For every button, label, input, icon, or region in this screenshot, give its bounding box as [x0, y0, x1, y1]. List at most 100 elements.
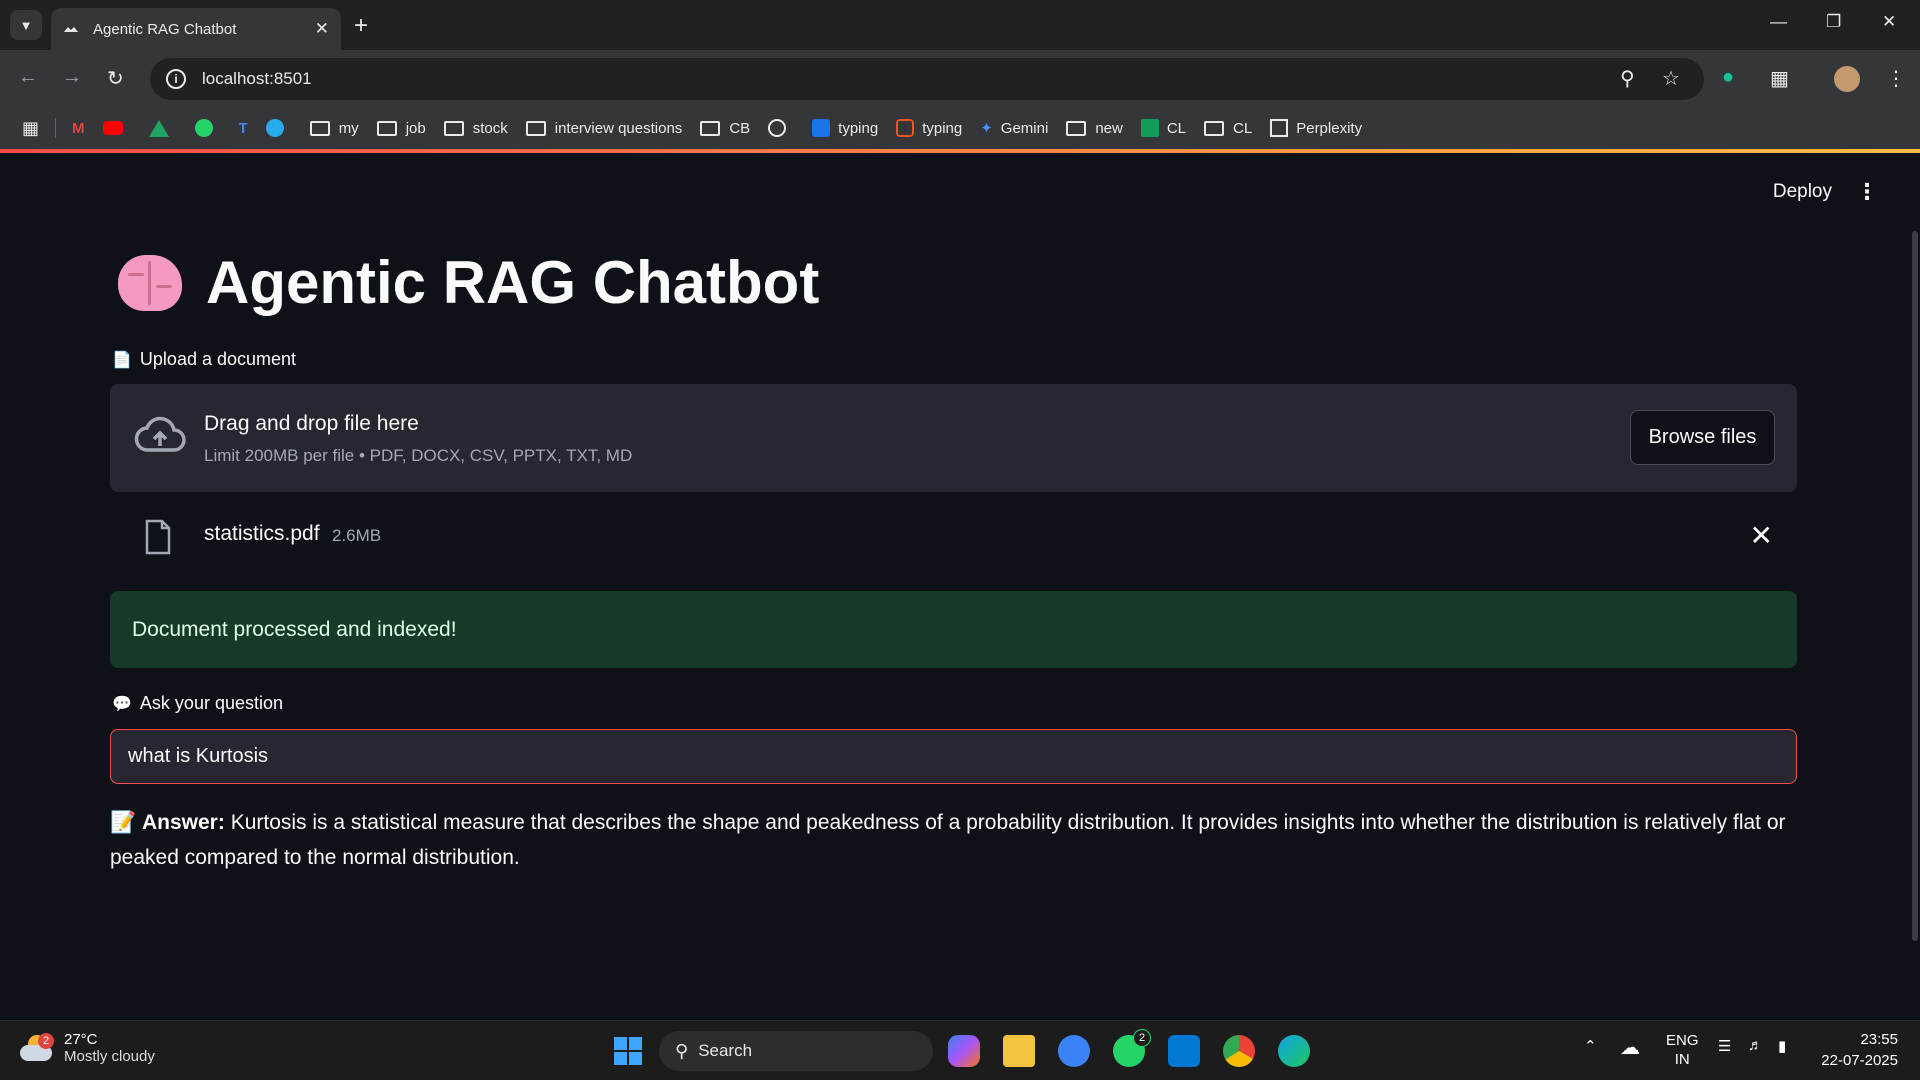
weather-badge: 2: [38, 1033, 54, 1049]
upload-label: 📄 Upload a document: [112, 349, 297, 369]
window-close-icon[interactable]: ✕: [1882, 12, 1896, 32]
address-toolbar: ← → ↻ i localhost:8501 ⚲ ☆ ● ▦ ⋮: [0, 50, 1920, 107]
drive-icon[interactable]: [148, 119, 177, 137]
bookmark-gemini[interactable]: ✦ Gemini: [980, 119, 1048, 138]
reload-icon[interactable]: ↻: [107, 66, 124, 91]
bookmark-folder-interview[interactable]: interview questions: [525, 120, 682, 137]
deploy-button[interactable]: Deploy: [1773, 181, 1832, 203]
url-text: localhost:8501: [202, 69, 312, 88]
whatsapp-taskbar-icon[interactable]: 2: [1113, 1029, 1151, 1067]
question-input[interactable]: what is Kurtosis: [110, 729, 1797, 784]
file-explorer-icon[interactable]: [1003, 1035, 1035, 1067]
success-alert: Document processed and indexed!: [110, 591, 1797, 668]
language-indicator[interactable]: ENG IN: [1666, 1031, 1699, 1069]
file-name: statistics.pdf: [204, 522, 320, 545]
youtube-icon[interactable]: [102, 121, 131, 135]
document-icon: 📄: [112, 351, 132, 369]
telegram-icon[interactable]: [265, 119, 292, 137]
close-icon[interactable]: ✕: [315, 19, 329, 39]
file-icon: [145, 519, 171, 555]
onedrive-icon[interactable]: ☁: [1620, 1035, 1640, 1060]
cloudy-weather-icon: 2: [20, 1033, 54, 1063]
back-arrow-icon[interactable]: ←: [18, 66, 38, 89]
bookmark-typing-2[interactable]: typing: [896, 119, 962, 137]
bookmark-folder-new[interactable]: new: [1066, 120, 1123, 137]
volume-icon[interactable]: ♬: [1748, 1037, 1763, 1054]
cloud-upload-icon: [134, 416, 186, 452]
tab-search-button[interactable]: ▼: [10, 10, 42, 40]
folder-icon: [376, 120, 397, 136]
answer-label: Answer:: [142, 811, 225, 834]
taskbar-search[interactable]: ⚲ Search: [659, 1031, 933, 1071]
clock[interactable]: 23:55 22-07-2025: [1821, 1029, 1898, 1071]
zoom-icon[interactable]: ⚲: [1620, 66, 1635, 91]
help-icon[interactable]: [1058, 1035, 1090, 1067]
weather-description: Mostly cloudy: [64, 1048, 155, 1065]
sheets-icon: [1140, 119, 1159, 137]
grammarly-icon[interactable]: ●: [1722, 66, 1734, 89]
new-tab-button[interactable]: +: [354, 12, 368, 40]
main-menu-icon[interactable]: ⋮: [1856, 179, 1878, 205]
translate-icon[interactable]: T: [239, 120, 248, 137]
profile-avatar[interactable]: [1834, 66, 1860, 98]
dropzone-title: Drag and drop file here: [204, 412, 419, 435]
dropzone-limit: Limit 200MB per file • PDF, DOCX, CSV, P…: [204, 446, 633, 465]
typing-site-icon: [896, 119, 915, 137]
copilot-icon[interactable]: [948, 1035, 980, 1067]
answer-block: 📝 Answer: Kurtosis is a statistical meas…: [110, 805, 1797, 875]
restore-icon[interactable]: ❐: [1826, 12, 1841, 32]
question-input-value: what is Kurtosis: [128, 745, 269, 767]
folder-icon: [1066, 120, 1087, 136]
battery-icon[interactable]: ▮: [1778, 1037, 1786, 1055]
bookmark-folder-stock[interactable]: stock: [443, 120, 508, 137]
remove-file-icon[interactable]: ✕: [1750, 519, 1773, 552]
uploaded-file-row: statistics.pdf 2.6MB ✕: [110, 507, 1797, 567]
site-info-icon[interactable]: i: [166, 69, 186, 89]
scrollbar[interactable]: [1912, 231, 1918, 941]
bookmark-folder-cb[interactable]: CB: [700, 120, 750, 137]
apps-grid-icon[interactable]: ▦: [22, 118, 39, 139]
wifi-icon[interactable]: ☰: [1718, 1037, 1731, 1055]
weather-widget[interactable]: 2 27°C Mostly cloudy: [20, 1031, 155, 1065]
bookmarks-bar: ▦ M T my job stock interview questions C…: [0, 107, 1920, 149]
extensions-icon[interactable]: ▦: [1770, 66, 1789, 91]
bookmark-folder-cl[interactable]: CL: [1204, 120, 1252, 137]
file-dropzone[interactable]: Drag and drop file here Limit 200MB per …: [110, 384, 1797, 492]
question-label: 💬 Ask your question: [112, 693, 283, 713]
openai-icon[interactable]: [768, 119, 794, 137]
edge-icon[interactable]: [1278, 1035, 1310, 1067]
folder-icon: [443, 120, 464, 136]
browse-files-button[interactable]: Browse files: [1630, 410, 1775, 465]
bookmark-folder-job[interactable]: job: [376, 120, 426, 137]
forward-arrow-icon[interactable]: →: [62, 66, 82, 89]
folder-icon: [1204, 120, 1225, 136]
windows-start-icon[interactable]: [612, 1035, 644, 1067]
folder-icon: [700, 120, 721, 136]
minimize-icon[interactable]: —: [1770, 12, 1787, 32]
taskbar: 2 27°C Mostly cloudy ⚲ Search 2 ⌃ ☁ ENG …: [0, 1020, 1920, 1080]
gmail-icon[interactable]: M: [72, 120, 85, 137]
bookmark-perplexity[interactable]: Perplexity: [1270, 119, 1362, 137]
folder-icon: [525, 120, 546, 136]
chrome-taskbar-icon[interactable]: [1223, 1035, 1255, 1067]
perplexity-icon: [1270, 119, 1289, 137]
address-bar[interactable]: i localhost:8501: [150, 58, 1704, 100]
bookmark-folder-my[interactable]: my: [309, 120, 359, 137]
bookmark-star-icon[interactable]: ☆: [1662, 66, 1680, 91]
show-hidden-icons[interactable]: ⌃: [1584, 1037, 1597, 1055]
bookmark-cl-sheet[interactable]: CL: [1140, 119, 1186, 137]
temperature: 27°C: [64, 1031, 98, 1048]
typing-site-icon: [812, 119, 831, 137]
chrome-menu-icon[interactable]: ⋮: [1886, 66, 1906, 91]
gemini-icon: ✦: [980, 120, 993, 137]
whatsapp-icon[interactable]: [194, 119, 221, 137]
tab-agentic-rag[interactable]: Agentic RAG Chatbot ✕: [51, 8, 341, 50]
bookmark-divider: [55, 118, 57, 138]
vscode-icon[interactable]: [1168, 1035, 1200, 1067]
title-text: Agentic RAG Chatbot: [206, 249, 820, 316]
file-size: 2.6MB: [332, 526, 382, 545]
page-title: Agentic RAG Chatbot: [118, 248, 819, 317]
answer-text: Kurtosis is a statistical measure that d…: [110, 811, 1786, 869]
bookmark-typing-1[interactable]: typing: [812, 119, 878, 137]
search-icon: ⚲: [675, 1040, 689, 1061]
